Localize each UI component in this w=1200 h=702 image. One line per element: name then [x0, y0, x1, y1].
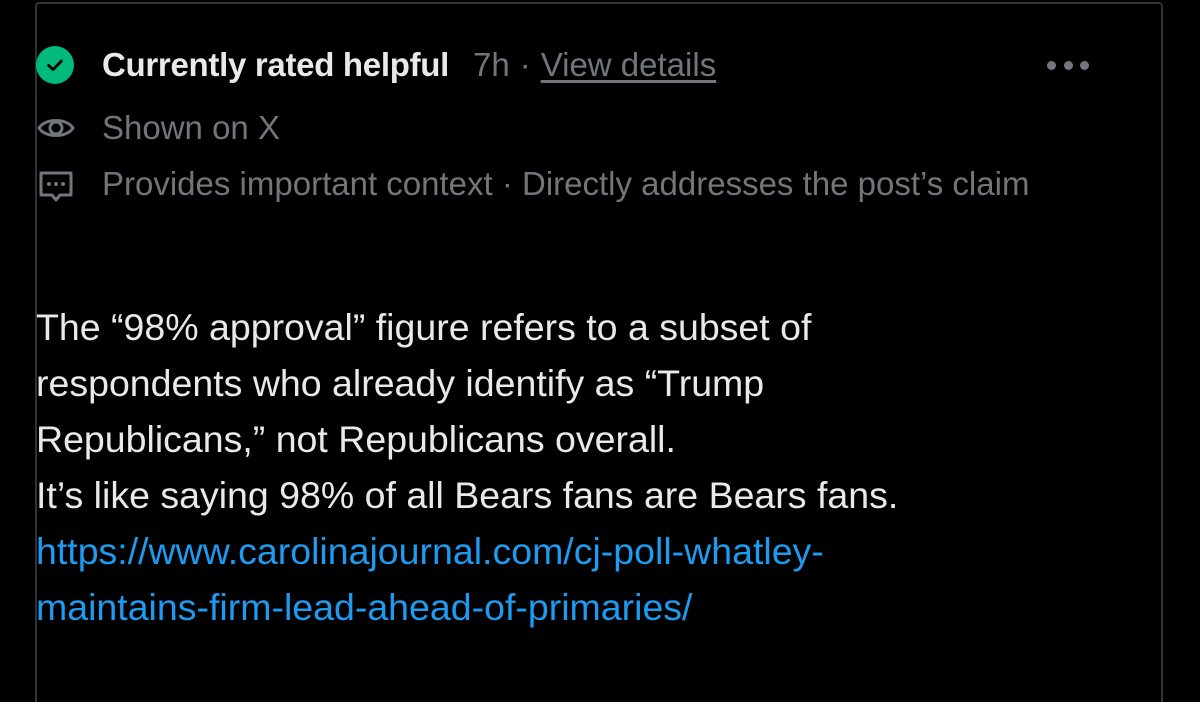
note-text-line: respondents who already identify as “Tru…: [36, 362, 765, 404]
check-circle-icon: [36, 46, 74, 84]
source-link-part[interactable]: maintains-firm-lead-ahead-of-primaries/: [36, 586, 692, 628]
message-icon: [36, 166, 76, 206]
meta-separator: ·: [519, 46, 531, 83]
reasons-row: Provides important context · Directly ad…: [36, 162, 1096, 206]
shown-on-row: Shown on X: [36, 106, 280, 150]
view-details-link[interactable]: View details: [541, 46, 717, 84]
eye-icon: [36, 108, 76, 148]
note-body: The “98% approval” figure refers to a su…: [36, 299, 1096, 635]
more-dot: [1063, 60, 1073, 70]
note-status-row: Currently rated helpful 7h · View detail…: [36, 45, 716, 85]
more-dot: [1047, 60, 1056, 70]
source-link-part[interactable]: https://www.carolinajournal.com/cj-poll-…: [36, 530, 824, 572]
more-options-icon[interactable]: [1047, 57, 1089, 73]
more-dot: [1080, 60, 1089, 70]
shown-on-text: Shown on X: [102, 109, 280, 146]
source-link-continued[interactable]: maintains-firm-lead-ahead-of-primaries/: [36, 579, 1096, 635]
note-text-line: It’s like saying 98% of all Bears fans a…: [36, 474, 899, 516]
note-text-line: The “98% approval” figure refers to a su…: [36, 306, 812, 348]
source-link[interactable]: https://www.carolinajournal.com/cj-poll-…: [36, 523, 1096, 579]
note-text-line: Republicans,” not Republicans overall.: [36, 418, 676, 460]
note-timestamp: 7h: [472, 46, 510, 83]
status-title: Currently rated helpful: [102, 46, 449, 83]
reasons-text: Provides important context · Directly ad…: [102, 165, 1030, 202]
